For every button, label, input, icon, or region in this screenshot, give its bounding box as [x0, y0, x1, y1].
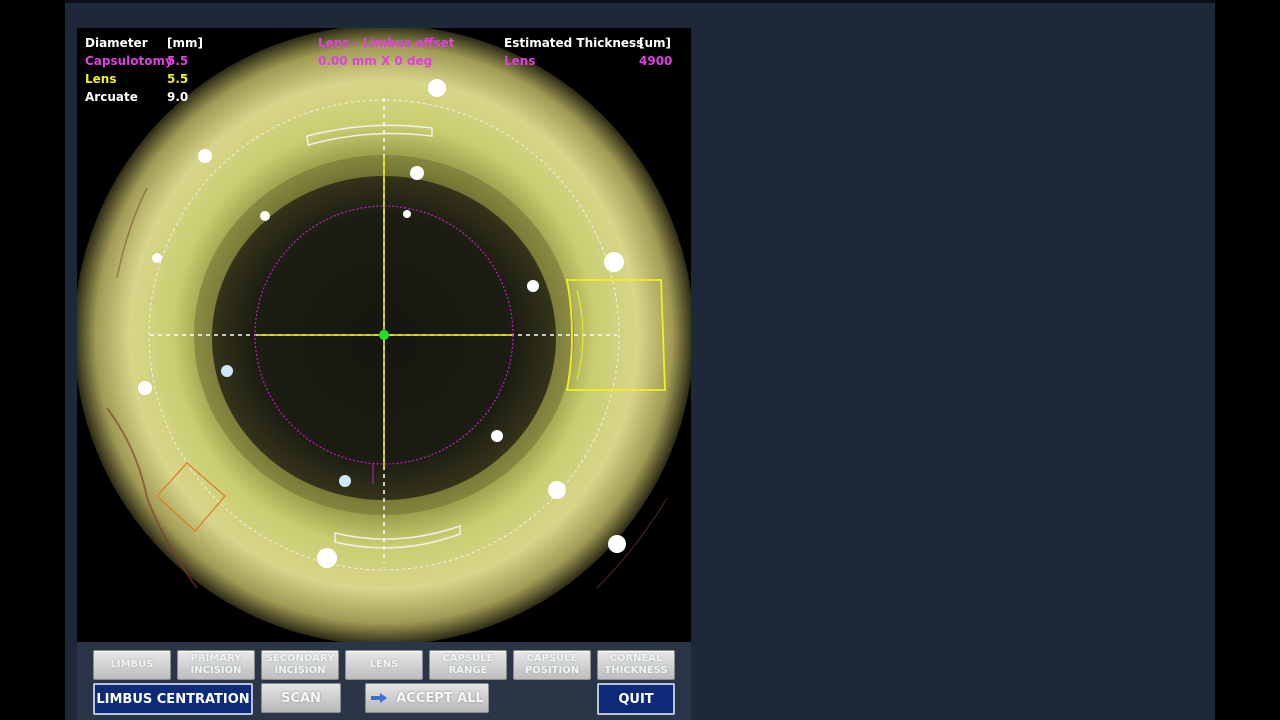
mm-header: [mm] [167, 36, 203, 50]
right-letterbox [1215, 0, 1280, 720]
top-border [65, 0, 1215, 3]
step-secondary-incision-button[interactable]: SECONDARY INCISION [261, 650, 339, 680]
limbus-centration-button[interactable]: LIMBUS CENTRATION [93, 683, 253, 715]
step-limbus-button[interactable]: LIMBUS [93, 650, 171, 680]
thickness-lens-value: 4900 [639, 54, 673, 68]
offset-value: 0.00 mm X 0 deg [318, 54, 433, 68]
quit-button[interactable]: QUIT [597, 683, 675, 715]
accept-all-button[interactable]: ACCEPT ALL [365, 683, 489, 713]
um-header: [um] [639, 36, 672, 50]
step-capsule-range-button[interactable]: CAPSULE RANGE [429, 650, 507, 680]
step-capsule-position-button[interactable]: CAPSULE POSITION [513, 650, 591, 680]
step-lens-button[interactable]: LENS [345, 650, 423, 680]
offset-title: Lens - Limbus offset [318, 36, 455, 50]
eye-image [77, 28, 691, 642]
thickness-header: Estimated Thickness [504, 36, 644, 50]
arcuate-label: Arcuate [85, 90, 138, 104]
lens-value: 5.5 [167, 72, 189, 86]
arrow-right-icon [370, 692, 388, 704]
lens-label: Lens [85, 72, 117, 86]
control-panel: LIMBUS PRIMARY INCISION SECONDARY INCISION… [77, 642, 691, 720]
scan-button[interactable]: SCAN [261, 683, 341, 713]
step-primary-incision-button[interactable]: PRIMARY INCISION [177, 650, 255, 680]
capsulotomy-value: 5.5 [167, 54, 189, 68]
left-letterbox [0, 0, 65, 720]
diameter-header: Diameter [85, 36, 148, 50]
arcuate-value: 9.0 [167, 90, 189, 104]
center-dot[interactable] [379, 330, 389, 340]
accept-all-label: ACCEPT ALL [396, 690, 484, 706]
eye-camera-view[interactable]: Diameter [mm] Capsulotomy 5.5 Lens 5.5 A… [77, 28, 691, 642]
capsulotomy-label: Capsulotomy [85, 54, 173, 68]
step-corneal-thickness-button[interactable]: CORNEAL THICKNESS [597, 650, 675, 680]
thickness-lens-label: Lens [504, 54, 536, 68]
